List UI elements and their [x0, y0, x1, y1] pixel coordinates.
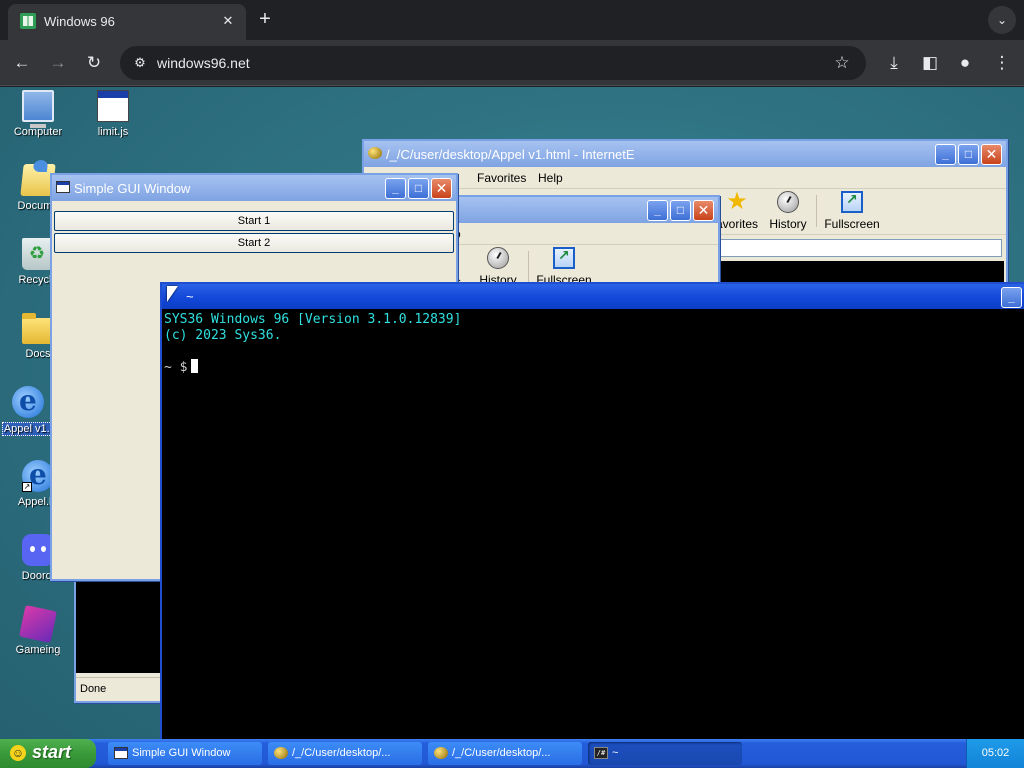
desktop-icon-computer[interactable]: Computer — [0, 90, 76, 141]
gui-window-title: Simple GUI Window — [74, 181, 191, 196]
windows96-favicon-icon — [20, 13, 36, 29]
menu-help[interactable]: Help — [538, 171, 563, 185]
profile-icon[interactable]: ● — [952, 50, 978, 76]
ie2-status-bar: Done — [76, 677, 166, 699]
browser-tab-strip: Windows 96 ✕ + ⌄ — [0, 0, 1024, 40]
address-bar[interactable]: ⚙ windows96.net ☆ — [120, 46, 866, 80]
toolbar-separator — [528, 251, 529, 283]
maximize-button[interactable]: □ — [958, 144, 979, 165]
close-button[interactable]: ✕ — [981, 144, 1002, 165]
window-icon — [114, 747, 128, 759]
computer-icon — [22, 90, 54, 128]
terminal-output[interactable]: SYS36 Windows 96 [Version 3.1.0.12839] (… — [164, 312, 1024, 768]
taskbar-item-ie-2[interactable]: /_/C/user/desktop/... — [428, 742, 582, 765]
history-icon — [487, 247, 509, 269]
fullscreen-icon — [553, 247, 575, 269]
bookmark-star-icon[interactable]: ☆ — [830, 51, 854, 75]
ie-titlebar[interactable]: /_/C/user/desktop/Appel v1.html - Intern… — [364, 141, 1006, 167]
gui-titlebar[interactable]: Simple GUI Window _ □ ✕ — [52, 175, 456, 201]
internet-explorer-icon — [12, 384, 44, 418]
download-icon[interactable]: ⤓ — [881, 50, 907, 76]
terminal-prompt-line[interactable]: ~ $ — [164, 359, 1024, 376]
taskbar-item-simple-gui[interactable]: Simple GUI Window — [108, 742, 262, 765]
fullscreen-button[interactable]: Fullscreen — [824, 191, 880, 231]
browser-menu-icon[interactable]: ⋮ — [989, 50, 1015, 76]
desktop-icon-limit-js[interactable]: limit.js — [75, 90, 151, 141]
history-button[interactable]: History — [768, 191, 808, 231]
site-info-icon[interactable]: ⚙ — [130, 53, 150, 73]
new-tab-button[interactable]: + — [254, 8, 276, 30]
minimize-button[interactable]: _ — [935, 144, 956, 165]
maximize-button[interactable]: □ — [408, 178, 429, 199]
globe-icon — [274, 747, 288, 759]
minimize-button[interactable]: _ — [385, 178, 406, 199]
terminal-window[interactable]: ~ _ SYS36 Windows 96 [Version 3.1.0.1283… — [160, 282, 1024, 768]
terminal-line-version: SYS36 Windows 96 [Version 3.1.0.12839] — [164, 312, 462, 327]
history-icon — [777, 191, 799, 213]
start-1-button[interactable]: Start 1 — [54, 211, 454, 231]
terminal-prompt: ~ $ — [164, 360, 188, 375]
globe-icon — [368, 147, 382, 159]
taskbar-item-ie-1[interactable]: /_/C/user/desktop/... — [268, 742, 422, 765]
start-logo-icon: ☺ — [10, 745, 26, 761]
minimize-button[interactable]: _ — [647, 200, 668, 221]
close-button[interactable]: ✕ — [431, 178, 452, 199]
fullscreen-icon — [841, 191, 863, 213]
fullscreen-button[interactable]: Fullscreen — [536, 247, 592, 287]
start-button[interactable]: ☺ start — [0, 739, 96, 768]
globe-icon — [434, 747, 448, 759]
browser-toolbar: ← → ↻ ⚙ windows96.net ☆ ⤓ ◧ ● ⋮ — [0, 40, 1024, 86]
tab-search-button[interactable]: ⌄ — [988, 6, 1016, 34]
game-cube-icon — [19, 605, 57, 643]
window-icon — [56, 181, 70, 193]
js-file-icon — [97, 90, 129, 122]
taskbar: ☺ start Simple GUI Window /_/C/user/desk… — [0, 739, 1024, 768]
ie-address-input[interactable] — [720, 239, 1002, 257]
terminal-titlebar[interactable]: ~ _ — [162, 284, 1024, 309]
close-button[interactable]: ✕ — [693, 200, 714, 221]
desktop-icon-gameing[interactable]: Gameing — [0, 605, 76, 659]
ie-menu-bar: Favorites Help — [364, 167, 1006, 189]
history-button[interactable]: History — [478, 247, 518, 287]
maximize-button[interactable]: □ — [670, 200, 691, 221]
ie-window-title: /_/C/user/desktop/Appel v1.html - Intern… — [386, 147, 635, 162]
reload-icon[interactable]: ↻ — [81, 50, 107, 76]
windows96-desktop: Computer limit.js Docume Recycle Docs Ap… — [0, 87, 1024, 768]
terminal-icon: /# — [594, 747, 608, 759]
start-2-button[interactable]: Start 2 — [54, 233, 454, 253]
minimize-button[interactable]: _ — [1001, 287, 1022, 308]
system-clock[interactable]: 05:02 — [966, 739, 1024, 768]
favorites-button[interactable]: ★ avorites — [716, 188, 758, 232]
text-cursor — [191, 359, 199, 373]
terminal-line-copyright: (c) 2023 Sys36. — [164, 328, 282, 343]
star-icon: ★ — [726, 188, 748, 215]
side-panel-icon[interactable]: ◧ — [917, 50, 943, 76]
url-text[interactable]: windows96.net — [157, 55, 250, 71]
menu-favorites[interactable]: Favorites — [477, 171, 526, 185]
forward-icon[interactable]: → — [45, 50, 71, 76]
mouse-pointer-icon — [167, 286, 178, 302]
taskbar-item-terminal[interactable]: /# ~ — [588, 742, 742, 765]
ie2-content-area[interactable] — [76, 577, 166, 673]
browser-tab[interactable]: Windows 96 ✕ — [8, 4, 246, 40]
back-icon[interactable]: ← — [9, 50, 35, 76]
tab-close-icon[interactable]: ✕ — [218, 11, 238, 31]
toolbar-separator — [816, 195, 817, 227]
terminal-title: ~ — [186, 289, 194, 304]
tab-title: Windows 96 — [44, 14, 115, 29]
